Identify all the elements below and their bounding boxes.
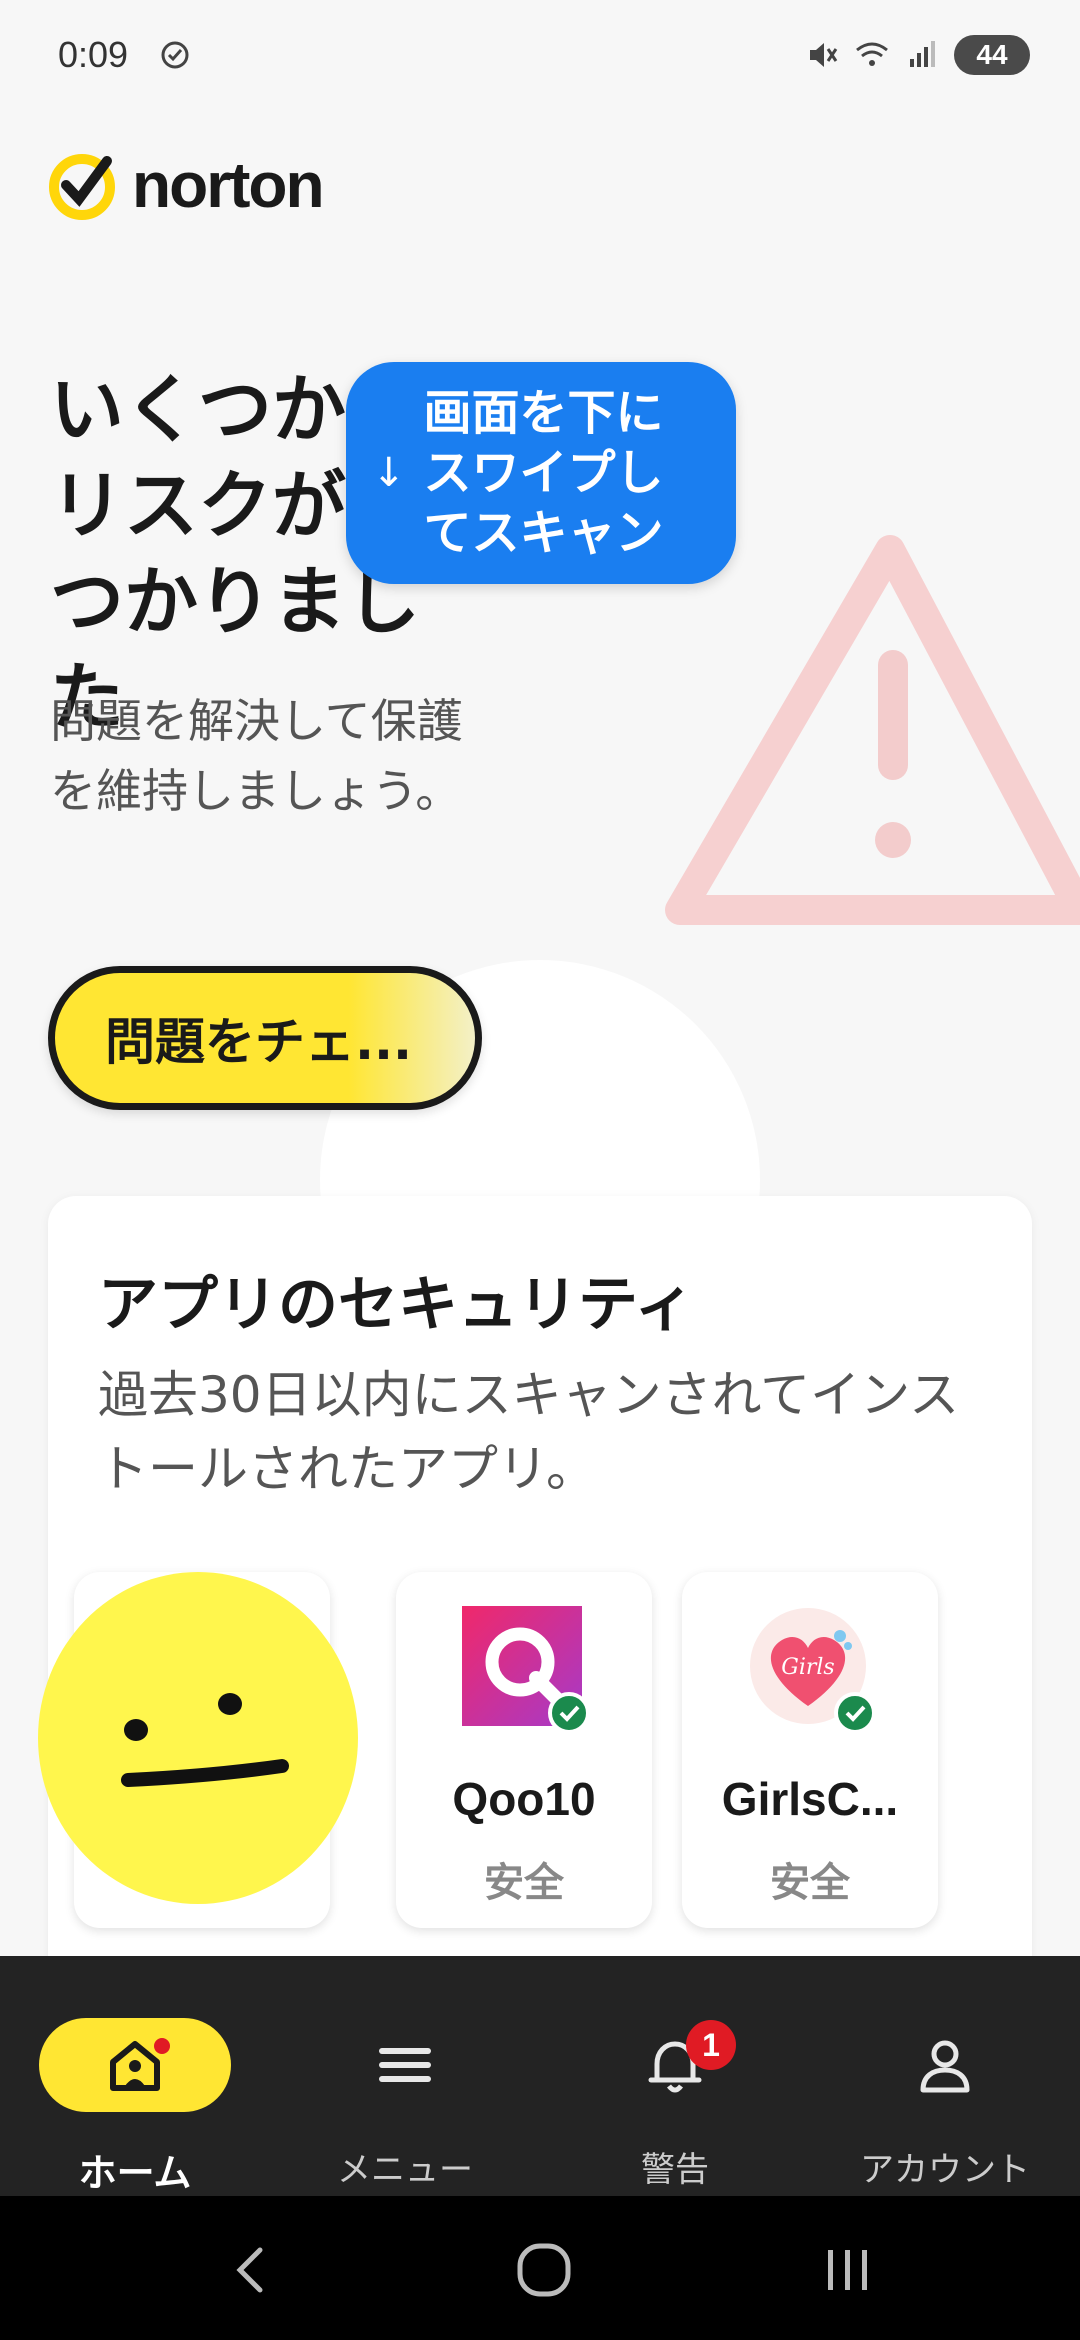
warning-triangle-icon [665, 535, 1080, 925]
check-circle-icon [161, 41, 189, 69]
app-name: GirlsC... [721, 1773, 899, 1825]
app-security-description: 過去30日以内にスキャンされてインストールされたアプリ。 [98, 1366, 960, 1498]
recent-apps-icon[interactable] [808, 2240, 888, 2300]
app-status: 安全 [770, 1860, 850, 1906]
nav-menu-label: メニュー [337, 2150, 473, 2190]
app-security-title: アプリのセキュリティ [98, 1270, 695, 1340]
app-tile-girlsc[interactable]: Girls GirlsC... 安全 [682, 1572, 938, 1928]
nav-alerts[interactable]: 1 警告 [540, 1986, 810, 2190]
nav-home[interactable]: ホーム [0, 1986, 270, 2195]
notification-dot [154, 2038, 170, 2054]
risk-found-subtitle: 問題を解決して保護を維持しましょう。 [50, 694, 463, 818]
nav-account[interactable]: アカウント [810, 1986, 1080, 2190]
system-navigation-bar [0, 2196, 1080, 2340]
nav-alerts-label: 警告 [641, 2150, 709, 2190]
nav-account-label: アカウント [860, 2150, 1030, 2190]
swipe-tooltip-text: 画面を下に スワイプし てスキャン [423, 385, 664, 561]
neutral-face-sticker-icon[interactable] [32, 1570, 364, 1910]
arrow-down-icon: ↓ [372, 450, 406, 496]
home-circle-icon[interactable] [504, 2240, 584, 2300]
battery-indicator: 44 [954, 35, 1030, 75]
mute-icon [810, 43, 838, 67]
svg-text:Girls: Girls [781, 1655, 834, 1680]
wifi-icon [856, 42, 888, 66]
safe-check-icon [548, 1692, 590, 1734]
account-icon [920, 2040, 970, 2093]
app-name: Qoo10 [452, 1773, 596, 1825]
status-time: 0:09 [58, 34, 129, 75]
norton-check-logo-icon [49, 154, 115, 220]
nav-menu[interactable]: メニュー [270, 1986, 540, 2190]
swipe-to-scan-tooltip[interactable]: ↓ 画面を下に スワイプし てスキャン [346, 362, 736, 584]
brand-name: norton [132, 149, 325, 221]
alert-count-badge: 1 [686, 2020, 736, 2070]
nav-home-label: ホーム [78, 2151, 192, 2195]
norton-logo: norton [48, 148, 325, 222]
menu-icon [379, 2048, 431, 2082]
app-tile-qoo10[interactable]: Qoo10 安全 [396, 1572, 652, 1928]
status-bar: 0:09 44 [0, 0, 1080, 110]
safe-check-icon [834, 1692, 876, 1734]
signal-icon [910, 41, 935, 67]
app-status: 安全 [484, 1860, 564, 1906]
back-icon[interactable] [212, 2240, 292, 2300]
bottom-navigation: ホーム メニュー 1 警告 アカウント [0, 1956, 1080, 2196]
check-issues-button[interactable]: 問題をチェ... [48, 966, 482, 1110]
